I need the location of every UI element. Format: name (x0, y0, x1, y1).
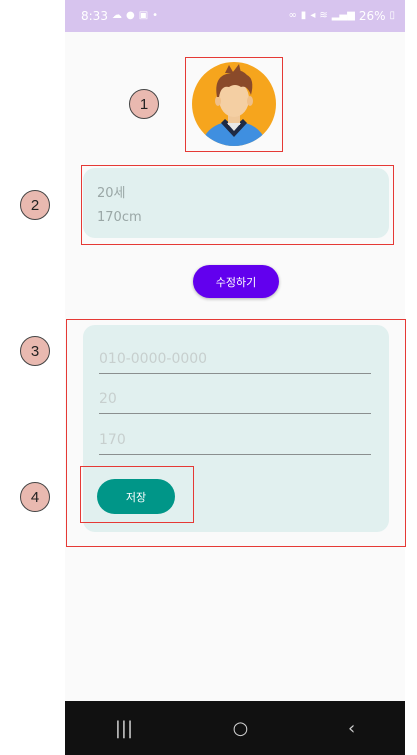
dot-icon: • (152, 10, 159, 21)
status-right: ∞ ▮ ◂ ≋ ▂▄▆ 26% ▯ (288, 9, 395, 23)
annotation-marker-1: 1 (129, 89, 159, 119)
annotation-marker-2: 2 (20, 190, 50, 220)
back-icon[interactable]: ‹ (348, 718, 355, 739)
edit-button[interactable]: 수정하기 (193, 265, 279, 298)
annotation-box-save (80, 466, 194, 523)
lock-icon: ▮ (300, 10, 307, 21)
chat-icon: ● (125, 10, 135, 21)
wifi-icon: ≋ (319, 10, 328, 21)
annotation-box-avatar (185, 57, 283, 152)
status-left: 8:33 ☁ ● ▣ • (81, 9, 158, 23)
recents-icon[interactable]: ||| (115, 718, 133, 739)
battery-icon: ▯ (389, 10, 395, 21)
signal-icon: ▂▄▆ (331, 10, 355, 21)
battery-level: 26% (358, 9, 386, 23)
annotation-box-profile (81, 165, 394, 245)
link-icon: ∞ (288, 10, 297, 21)
annotation-marker-4: 4 (20, 482, 50, 512)
cloud-icon: ☁ (111, 10, 122, 21)
status-bar: 8:33 ☁ ● ▣ • ∞ ▮ ◂ ≋ ▂▄▆ 26% ▯ (65, 0, 405, 32)
home-icon[interactable]: ○ (233, 718, 249, 739)
image-icon: ▣ (138, 10, 149, 21)
status-time: 8:33 (81, 9, 108, 23)
navigation-bar: ||| ○ ‹ (65, 701, 405, 755)
mute-icon: ◂ (310, 10, 316, 21)
annotation-marker-3: 3 (20, 336, 50, 366)
